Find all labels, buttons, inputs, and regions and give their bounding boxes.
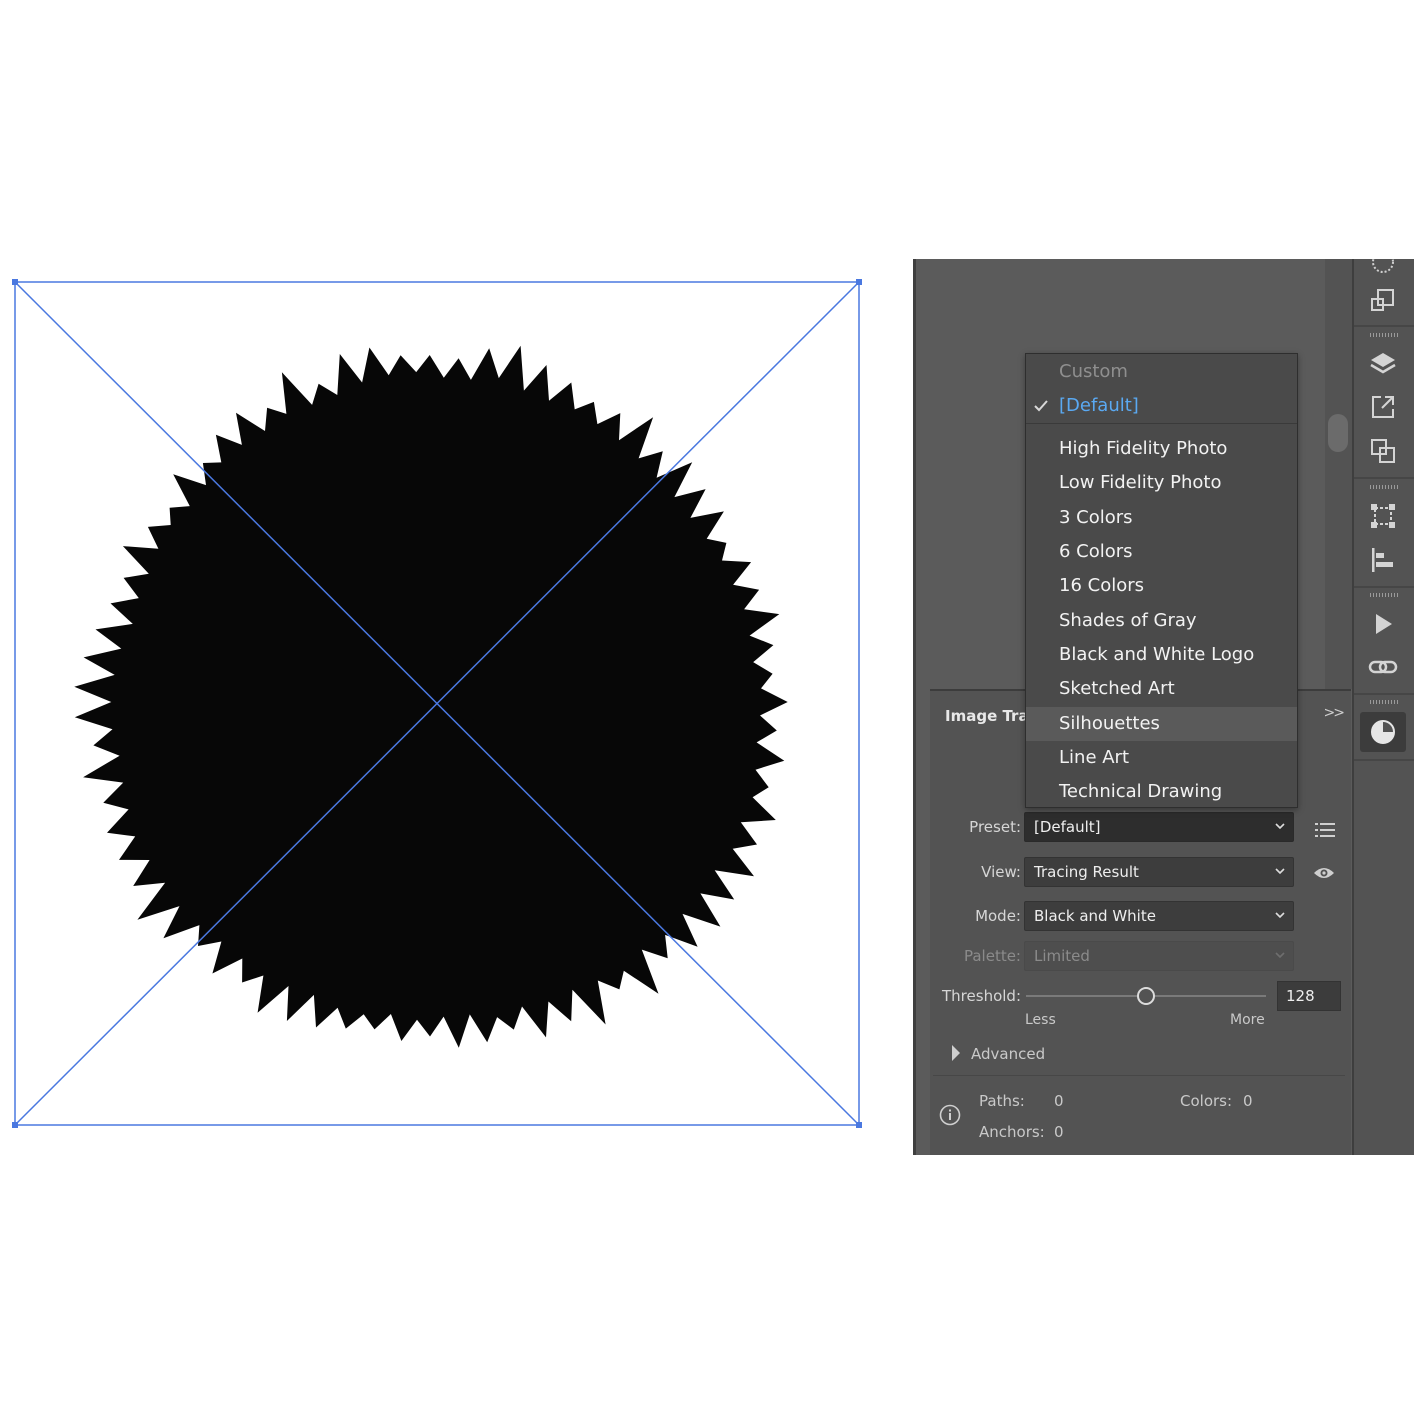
arrange-icon[interactable] — [1368, 286, 1398, 316]
info-icon[interactable] — [939, 1104, 961, 1126]
colors-value: 0 — [1243, 1092, 1253, 1110]
menu-item-custom: Custom — [1059, 361, 1128, 382]
advanced-toggle[interactable]: Advanced — [971, 1045, 1045, 1063]
dock-grip[interactable] — [1370, 593, 1400, 597]
dock-separator — [1354, 586, 1414, 588]
dock-grip[interactable] — [1370, 700, 1400, 704]
image-trace-icon[interactable] — [1368, 717, 1398, 747]
mode-dropdown[interactable]: Black and White — [1024, 901, 1294, 931]
paths-label: Paths: — [979, 1092, 1025, 1110]
dock-separator — [1354, 759, 1414, 761]
menu-item-6-colors[interactable]: 6 Colors — [1026, 535, 1297, 569]
preset-list-icon[interactable] — [1314, 821, 1336, 839]
panel-collapse-button[interactable]: >> — [1324, 705, 1346, 721]
view-label: View: — [981, 863, 1021, 881]
scrollbar-track[interactable] — [1325, 259, 1352, 689]
mode-value: Black and White — [1034, 907, 1156, 925]
app-panel-area: Image Tra >> Preset: [Default] View: Tra… — [913, 259, 1414, 1155]
menu-item-shades-of-gray[interactable]: Shades of Gray — [1026, 604, 1297, 638]
threshold-label: Threshold: — [942, 987, 1021, 1005]
disclosure-triangle-icon[interactable] — [952, 1045, 960, 1061]
menu-item-3-colors[interactable]: 3 Colors — [1026, 501, 1297, 535]
chevron-down-icon — [1275, 868, 1285, 875]
palette-dropdown: Limited — [1024, 941, 1294, 971]
anchors-value: 0 — [1054, 1123, 1064, 1141]
layers-icon[interactable] — [1368, 349, 1398, 379]
dock-separator — [1354, 325, 1414, 327]
menu-item-low-fidelity-photo[interactable]: Low Fidelity Photo — [1026, 466, 1297, 500]
menu-item-high-fidelity-photo[interactable]: High Fidelity Photo — [1026, 432, 1297, 466]
menu-separator — [1026, 423, 1297, 424]
threshold-slider-thumb[interactable] — [1137, 987, 1155, 1005]
eye-icon[interactable] — [1313, 865, 1335, 881]
icon-dock — [1352, 259, 1414, 1155]
artboard-canvas — [12, 279, 862, 1128]
anchors-label: Anchors: — [979, 1123, 1045, 1141]
dock-separator — [1354, 477, 1414, 479]
align-icon[interactable] — [1368, 545, 1398, 575]
menu-item-silhouettes[interactable]: Silhouettes — [1026, 707, 1297, 741]
export-icon[interactable] — [1368, 392, 1398, 422]
menu-item-technical-drawing[interactable]: Technical Drawing — [1026, 775, 1297, 809]
threshold-input[interactable]: 128 — [1277, 981, 1341, 1011]
menu-item-default[interactable]: [Default] — [1026, 389, 1297, 423]
transform-icon[interactable] — [1368, 501, 1398, 531]
view-dropdown[interactable]: Tracing Result — [1024, 857, 1294, 887]
slider-less-label: Less — [1025, 1012, 1056, 1028]
paths-value: 0 — [1054, 1092, 1064, 1110]
preset-label: Preset: — [969, 818, 1021, 836]
palette-label: Palette: — [963, 947, 1021, 965]
menu-item-black-and-white-logo[interactable]: Black and White Logo — [1026, 638, 1297, 672]
view-value: Tracing Result — [1034, 863, 1139, 881]
panel-divider — [913, 259, 916, 1155]
palette-value: Limited — [1034, 947, 1090, 965]
play-icon[interactable] — [1368, 609, 1398, 639]
colors-label: Colors: — [1180, 1092, 1233, 1110]
chevron-down-icon — [1275, 823, 1285, 830]
preset-value: [Default] — [1034, 818, 1101, 836]
mode-label: Mode: — [975, 907, 1021, 925]
chevron-down-icon — [1275, 912, 1285, 919]
dock-grip[interactable] — [1370, 485, 1400, 489]
dock-separator — [1354, 693, 1414, 695]
pathfinder-icon[interactable] — [1368, 436, 1398, 466]
menu-item-16-colors[interactable]: 16 Colors — [1026, 569, 1297, 603]
preset-dropdown[interactable]: [Default] — [1024, 812, 1294, 842]
chevron-down-icon — [1275, 952, 1285, 959]
scrollbar-thumb[interactable] — [1328, 414, 1348, 452]
slider-more-label: More — [1230, 1012, 1265, 1028]
links-icon[interactable] — [1368, 652, 1398, 682]
dock-grip[interactable] — [1370, 333, 1400, 337]
stats-divider — [933, 1075, 1345, 1076]
panel-title: Image Tra — [945, 707, 1029, 725]
menu-item-line-art[interactable]: Line Art — [1026, 741, 1297, 775]
menu-item-sketched-art[interactable]: Sketched Art — [1026, 672, 1297, 706]
properties-icon[interactable] — [1368, 259, 1398, 277]
preset-dropdown-menu: Custom [Default] High Fidelity Photo Low… — [1025, 353, 1298, 808]
